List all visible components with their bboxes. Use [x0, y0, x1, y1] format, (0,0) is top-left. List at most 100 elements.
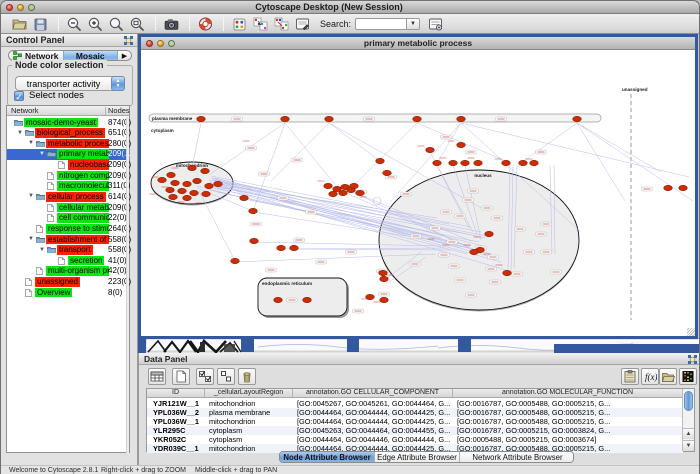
- tab-edge-attribute-browser[interactable]: Edge Attribute Browser: [375, 452, 460, 462]
- window-titlebar[interactable]: Cytoscape Desktop (New Session): [1, 1, 699, 14]
- background-windows[interactable]: [138, 339, 700, 353]
- node-color-combo[interactable]: transporter activity ▲▼: [15, 76, 125, 91]
- expander-icon[interactable]: ▼: [28, 193, 34, 200]
- network-canvas[interactable]: plasma membranecytoplasmmitochondrionnuc…: [141, 51, 695, 336]
- resize-grip[interactable]: [687, 328, 695, 336]
- network-node[interactable]: [474, 160, 483, 165]
- zoom-out-icon[interactable]: [65, 15, 83, 32]
- network-node[interactable]: [457, 116, 466, 121]
- network-node[interactable]: [380, 276, 389, 281]
- tree-row-transport[interactable]: ▼transport 558(0): [7, 245, 129, 256]
- float-panel-icon[interactable]: [124, 36, 133, 45]
- network-node[interactable]: [277, 245, 286, 250]
- network-node[interactable]: [171, 180, 180, 185]
- network-node[interactable]: [530, 160, 539, 165]
- expander-icon[interactable]: ▼: [28, 236, 34, 243]
- edge[interactable]: [577, 123, 625, 201]
- table-scrollbar-thumb[interactable]: [684, 391, 693, 411]
- network-node[interactable]: [274, 297, 283, 302]
- tab-overflow-arrow-icon[interactable]: ▶: [118, 51, 131, 60]
- edge[interactable]: [577, 123, 661, 172]
- tab-network[interactable]: Network: [9, 51, 63, 60]
- network-node[interactable]: [664, 185, 673, 190]
- network-node[interactable]: [325, 116, 334, 121]
- tree-row-mosaic-demo-yeast[interactable]: mosaic-demo-yeast874(0): [7, 117, 129, 128]
- network-node[interactable]: [502, 160, 511, 165]
- edge[interactable]: [353, 123, 417, 186]
- network-node[interactable]: [356, 190, 365, 195]
- network-node[interactable]: [190, 190, 199, 195]
- tree-row-cellular-metabol[interactable]: cellular metabol209(0): [7, 202, 129, 213]
- tree-row-secretion[interactable]: secretion41(0): [7, 255, 129, 266]
- table-row-YPL036W__1[interactable]: YPL036W__1mitochondrion[GO:0044464, GO:0…: [147, 417, 683, 426]
- configure-search-icon[interactable]: [426, 15, 444, 32]
- tree-row-unassigned[interactable]: unassigned223(0): [7, 277, 129, 288]
- tree-row-cellular-process[interactable]: ▼cellular process614(0): [7, 191, 129, 202]
- network-node[interactable]: [376, 158, 385, 163]
- tree-col-divider[interactable]: [105, 107, 106, 115]
- network-node[interactable]: [188, 165, 197, 170]
- edge[interactable]: [521, 123, 577, 163]
- select-attributes-icon[interactable]: [196, 368, 214, 385]
- network-node[interactable]: [457, 142, 466, 147]
- scroll-down-icon[interactable]: ▼: [683, 440, 694, 451]
- tree-row-response-to-stimul[interactable]: response to stimul264(0): [7, 223, 129, 234]
- network-node[interactable]: [433, 160, 442, 165]
- network-node[interactable]: [202, 191, 211, 196]
- network-node[interactable]: [167, 172, 176, 177]
- annotation-icon[interactable]: [293, 15, 311, 32]
- tab-network-attribute-browser[interactable]: Network Attribute Browser: [460, 452, 574, 462]
- network-node[interactable]: [250, 238, 259, 243]
- network-node[interactable]: [178, 188, 187, 193]
- network-node[interactable]: [231, 258, 240, 263]
- merge-network-alt-icon[interactable]: [272, 15, 290, 32]
- network-node[interactable]: [183, 195, 192, 200]
- network-view-titlebar[interactable]: primary metabolic process: [141, 37, 695, 50]
- network-node[interactable]: [201, 168, 210, 173]
- search-dropdown-icon[interactable]: ▼: [407, 18, 420, 30]
- network-node[interactable]: [290, 245, 299, 250]
- tree-row-nucleobase-[interactable]: nucleobase-209(0): [7, 160, 129, 171]
- tree-row-overview[interactable]: Overview8(0): [7, 287, 129, 298]
- network-node[interactable]: [339, 190, 348, 195]
- network-node[interactable]: [485, 231, 494, 236]
- tab-node-attribute-browser[interactable]: Node Attribute Browser: [280, 452, 375, 462]
- zoom-fit-icon[interactable]: [128, 15, 146, 32]
- network-node[interactable]: [461, 160, 470, 165]
- network-tree-header[interactable]: Network Nodes: [7, 106, 129, 116]
- tree-scrollbar[interactable]: [126, 117, 129, 454]
- compartment-nucleus[interactable]: [379, 170, 579, 310]
- network-node[interactable]: [249, 208, 258, 213]
- network-node[interactable]: [214, 181, 223, 186]
- table-row-YJR121W__1[interactable]: YJR121W__1mitochondrion[GO:0045267, GO:0…: [147, 399, 683, 408]
- snapshot-icon[interactable]: [162, 15, 180, 32]
- new-attribute-icon[interactable]: [172, 368, 190, 385]
- select-nodes-checkbox[interactable]: ✓: [14, 91, 24, 101]
- tree-row-biological-process[interactable]: ▼biological_process651(0): [7, 128, 129, 139]
- network-node[interactable]: [503, 270, 512, 275]
- network-node[interactable]: [158, 177, 167, 182]
- search-input[interactable]: [355, 18, 407, 30]
- vizmapper-icon[interactable]: [230, 15, 248, 32]
- network-node[interactable]: [350, 183, 359, 188]
- tree-row-primary-metabol[interactable]: ▼primary metabol209(...: [7, 149, 129, 160]
- table-row-YKR052C[interactable]: YKR052Ccytoplasm[GO:0044464, GO:0044446,…: [147, 435, 683, 444]
- network-node[interactable]: [380, 297, 389, 302]
- network-node[interactable]: [240, 195, 249, 200]
- edge[interactable]: [271, 123, 329, 181]
- compartment-plasma-membrane[interactable]: [149, 114, 601, 122]
- network-node[interactable]: [426, 147, 435, 152]
- network-node[interactable]: [449, 160, 458, 165]
- column-header-3[interactable]: annotation.GO MOLECULAR_FUNCTION: [453, 389, 683, 397]
- delete-attribute-icon[interactable]: [238, 368, 256, 385]
- merge-network-icon[interactable]: [251, 15, 269, 32]
- expander-icon[interactable]: ▼: [28, 140, 34, 147]
- edge[interactable]: [329, 123, 380, 161]
- expander-icon[interactable]: ▼: [39, 247, 45, 254]
- heatmap-icon[interactable]: [679, 368, 697, 385]
- tree-row-multi-organism-pro[interactable]: multi-organism pro42(0): [7, 266, 129, 277]
- tab-mosaic[interactable]: Mosaic: [63, 51, 119, 60]
- network-node[interactable]: [383, 170, 392, 175]
- scroll-up-icon[interactable]: ▲: [683, 428, 694, 439]
- tree-row-metabolic-process[interactable]: ▼metabolic process 280(0): [7, 138, 129, 149]
